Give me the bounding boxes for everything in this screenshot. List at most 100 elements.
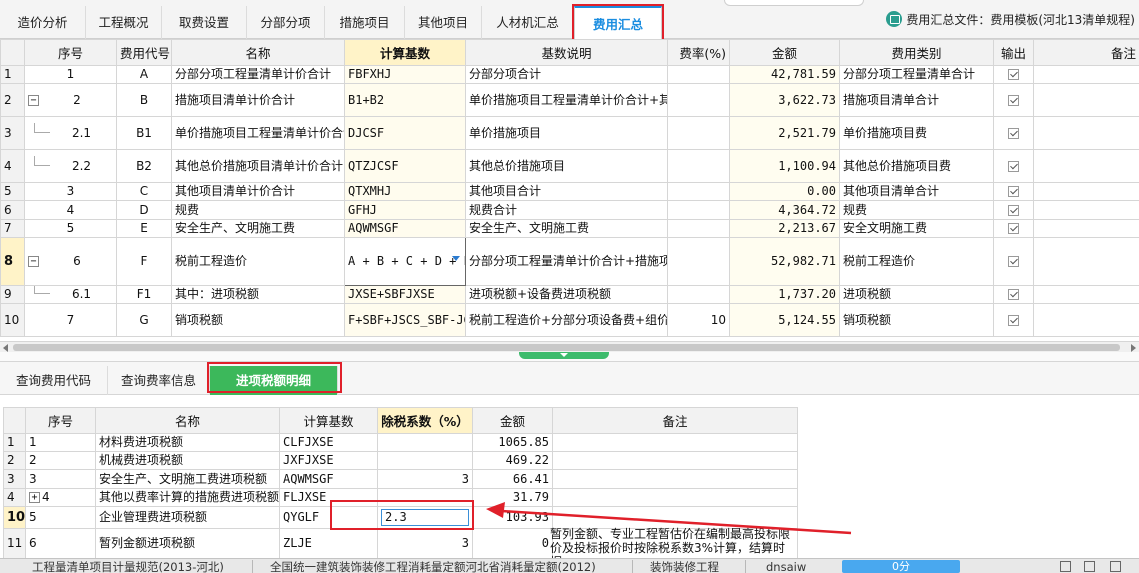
cell-amount[interactable]: 42,781.59 — [729, 65, 840, 84]
row-number[interactable]: 2 — [3, 451, 26, 470]
cell-name[interactable]: 措施项目清单计价合计 — [171, 83, 345, 117]
cell-remark[interactable] — [1033, 65, 1139, 84]
cell-category[interactable]: 其他项目清单合计 — [839, 182, 994, 201]
cell-calc-base[interactable]: QTXMHJ — [344, 182, 466, 201]
cell-tax-coef[interactable]: 3 — [377, 528, 473, 559]
table-row[interactable]: 6 4 D 规费 GFHJ 规费合计 4,364.72 规费 — [0, 200, 1139, 220]
header-base-desc[interactable]: 基数说明 — [465, 39, 668, 66]
table-row[interactable]: 10 5 企业管理费进项税额 QYGLF 2.3 103.93 — [3, 506, 798, 529]
cell-calc-base[interactable]: JXFJXSE — [279, 451, 378, 470]
cell-calc-base[interactable]: F+SBF+JSCS_SBF-JGCLF-JGZCF-JGSBF- — [344, 303, 466, 337]
dropdown-arrow-icon[interactable] — [452, 256, 460, 261]
header-fee-code[interactable]: 费用代号 — [116, 39, 172, 66]
cell-seq[interactable]: 4 — [24, 200, 117, 220]
cell-category[interactable]: 规费 — [839, 200, 994, 220]
tab-labor-material-machine[interactable]: 人材机汇总 — [482, 6, 574, 39]
cell-category[interactable]: 进项税额 — [839, 285, 994, 304]
cell-calc-base[interactable]: AQWMSGF — [344, 219, 466, 238]
cell-base-desc[interactable]: 规费合计 — [465, 200, 668, 220]
table-row[interactable]: 3 3 安全生产、文明施工费进项税额 AQWMSGF 3 66.41 — [3, 469, 798, 489]
cell-seq[interactable]: 3 — [24, 182, 117, 201]
checkbox-checked-icon[interactable] — [1008, 186, 1019, 197]
template-file-label[interactable]: 费用汇总文件：费用模板(河北13清单规程) — [886, 11, 1135, 28]
cell-amount[interactable]: 1065.85 — [472, 433, 553, 452]
row-number[interactable]: 6 — [0, 200, 25, 220]
cell-base-desc[interactable]: 税前工程造价+分部分项设备费+组价措施项目设备费-甲供材料费-甲供主 — [465, 303, 668, 337]
cell-fee-code[interactable]: F — [116, 237, 172, 286]
checkbox-checked-icon[interactable] — [1008, 94, 1019, 106]
cell-remark[interactable] — [552, 433, 798, 452]
row-number[interactable]: 3 — [3, 469, 26, 489]
cell-seq[interactable]: 7 — [24, 303, 117, 337]
cell-name[interactable]: 暂列金额进项税额 — [95, 528, 280, 559]
cell-remark[interactable] — [1033, 116, 1139, 150]
cell-output[interactable] — [993, 65, 1034, 84]
cell-rate[interactable] — [667, 65, 730, 84]
cell-output[interactable] — [993, 182, 1034, 201]
cell-remark[interactable] — [1033, 303, 1139, 337]
cell-seq[interactable]: 2 — [25, 451, 96, 470]
cell-name[interactable]: 单价措施项目工程量清单计价合计 — [171, 116, 345, 150]
cell-name[interactable]: 其他总价措施项目清单计价合计 — [171, 149, 345, 183]
row-number[interactable]: 5 — [0, 182, 25, 201]
cell-amount[interactable]: 31.79 — [472, 488, 553, 507]
cell-tax-coef[interactable]: 3 — [377, 469, 473, 489]
tab-project-overview[interactable]: 工程概况 — [86, 6, 162, 39]
cell-amount[interactable]: 469.22 — [472, 451, 553, 470]
cell-fee-code[interactable]: E — [116, 219, 172, 238]
row-number[interactable]: 10 — [3, 506, 26, 529]
cell-fee-code[interactable]: C — [116, 182, 172, 201]
expand-icon[interactable]: + — [29, 492, 40, 503]
collapse-icon[interactable]: − — [28, 94, 39, 106]
cell-rate[interactable] — [667, 219, 730, 238]
cell-name[interactable]: 安全生产、文明施工费进项税额 — [95, 469, 280, 489]
cell-base-desc[interactable]: 进项税额+设备费进项税额 — [465, 285, 668, 304]
row-number[interactable]: 7 — [0, 219, 25, 238]
cell-name[interactable]: 销项税额 — [171, 303, 345, 337]
status-quota[interactable]: 全国统一建筑装饰装修工程消耗量定额河北省消耗量定额(2012) — [270, 560, 596, 573]
header-output[interactable]: 输出 — [993, 39, 1034, 66]
cell-fee-code[interactable]: B1 — [116, 116, 172, 150]
table-row[interactable]: 4 2.2 B2 其他总价措施项目清单计价合计 QTZJCSF 其他总价措施项目 1,100… — [0, 149, 1139, 183]
cell-rate[interactable] — [667, 182, 730, 201]
cell-category[interactable]: 分部分项工程量清单合计 — [839, 65, 994, 84]
tab-cost-analysis[interactable]: 造价分析 — [0, 6, 86, 39]
cell-name[interactable]: 安全生产、文明施工费 — [171, 219, 345, 238]
cell-tax-coef[interactable] — [377, 488, 473, 507]
cell-output[interactable] — [993, 149, 1034, 183]
cell-remark[interactable] — [1033, 285, 1139, 304]
cell-output[interactable] — [993, 219, 1034, 238]
cell-rate[interactable] — [667, 116, 730, 150]
cell-fee-code[interactable]: G — [116, 303, 172, 337]
header-category[interactable]: 费用类别 — [839, 39, 994, 66]
cell-name[interactable]: 机械费进项税额 — [95, 451, 280, 470]
view-grid-icon[interactable] — [1060, 561, 1071, 572]
checkbox-checked-icon[interactable] — [1008, 289, 1019, 300]
cell-tax-coef-editing[interactable]: 2.3 — [377, 506, 473, 529]
cell-output[interactable] — [993, 285, 1034, 304]
cell-amount[interactable]: 103.93 — [472, 506, 553, 529]
cell-remark[interactable] — [552, 451, 798, 470]
table-row[interactable]: 9 6.1 F1 其中：进项税额 JXSE+SBFJXSE 进项税额+设备费进项税额 1,7… — [0, 285, 1139, 304]
detail-header-amount[interactable]: 金额 — [472, 407, 553, 434]
cell-calc-base[interactable]: QTZJCSF — [344, 149, 466, 183]
tab-query-fee-code[interactable]: 查询费用代码 — [0, 366, 108, 395]
cell-base-desc[interactable]: 单价措施项目 — [465, 116, 668, 150]
cell-fee-code[interactable]: B2 — [116, 149, 172, 183]
cell-seq[interactable]: 1 — [24, 65, 117, 84]
header-name[interactable]: 名称 — [171, 39, 345, 66]
cell-seq[interactable]: 5 — [25, 506, 96, 529]
cell-fee-code[interactable]: B — [116, 83, 172, 117]
cell-output[interactable] — [993, 83, 1034, 117]
cell-base-desc[interactable]: 其他项目合计 — [465, 182, 668, 201]
detail-header-tax-coef[interactable]: 除税系数（%） — [377, 407, 473, 434]
cell-remark[interactable] — [1033, 200, 1139, 220]
main-horizontal-scrollbar[interactable] — [0, 341, 1139, 352]
cell-rate[interactable] — [667, 285, 730, 304]
cell-seq[interactable]: −6 — [24, 237, 117, 286]
table-row[interactable]: 7 5 E 安全生产、文明施工费 AQWMSGF 安全生产、文明施工费 2,213.67 安全… — [0, 219, 1139, 238]
cell-base-desc[interactable]: 分部分项工程量清单计价合计+措施项目清单计价合计+其他项目清单计价合计+规费+安… — [465, 237, 668, 286]
cell-amount[interactable]: 2,213.67 — [729, 219, 840, 238]
header-remark[interactable]: 备注 — [1033, 39, 1139, 66]
cell-tax-coef[interactable] — [377, 451, 473, 470]
